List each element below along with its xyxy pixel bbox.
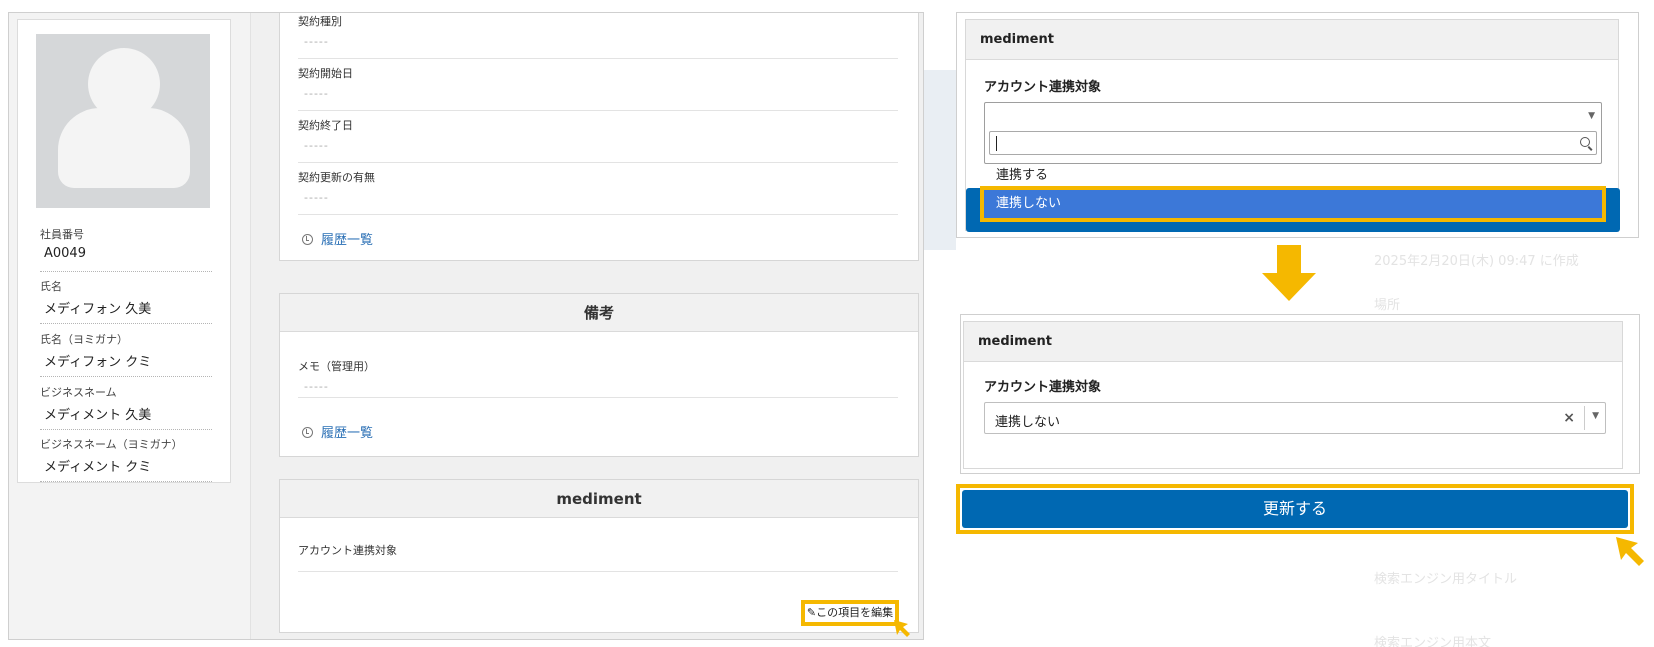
profile-field-name-kana: 氏名（ヨミガナ） メディフォン クミ bbox=[40, 329, 212, 377]
select-divider bbox=[1584, 406, 1585, 430]
background-text: 2025年2月20日(木) 09:47 に作成 bbox=[1374, 254, 1579, 269]
contract-row: 契約開始日 ----- bbox=[298, 65, 898, 111]
update-button[interactable]: 更新する bbox=[962, 490, 1628, 528]
clear-icon[interactable]: × bbox=[1563, 410, 1575, 426]
result-step-screen: mediment アカウント連携対象 連携しない × ▼ bbox=[960, 314, 1640, 474]
pointer-arrow-icon bbox=[1616, 537, 1644, 566]
pointer-arrow-icon bbox=[894, 620, 910, 637]
avatar-body-shape bbox=[58, 108, 190, 188]
profile-field-name: 氏名 メディフォン 久美 bbox=[40, 276, 212, 324]
row-value: ----- bbox=[304, 87, 329, 100]
row-value: ----- bbox=[304, 35, 329, 48]
field-value: メディメント 久美 bbox=[44, 408, 152, 423]
mediment-row: アカウント連携対象 bbox=[298, 542, 898, 572]
clock-icon bbox=[302, 234, 313, 245]
dropdown-option[interactable]: 連携する bbox=[984, 164, 1602, 188]
background-text: 検索エンジン用本文 bbox=[1374, 636, 1492, 647]
account-link-select[interactable]: 連携しない × ▼ bbox=[984, 402, 1606, 434]
row-value: ----- bbox=[304, 380, 329, 393]
edit-field-button[interactable]: ✎この項目を編集 bbox=[801, 600, 899, 626]
panel-title: mediment bbox=[964, 322, 1622, 362]
caret-down-icon: ▼ bbox=[1588, 111, 1595, 121]
mediment-panel: mediment アカウント連携対象 ✎この項目を編集 bbox=[279, 479, 919, 633]
field-value: メディフォン クミ bbox=[44, 355, 152, 370]
dropdown-step-screen: mediment アカウント連携対象 ▼ 連携する 連携しない bbox=[956, 12, 1639, 238]
panel-title: mediment bbox=[280, 480, 918, 518]
panel-title: 備考 bbox=[280, 294, 918, 332]
profile-card: 社員番号 A0049 氏名 メディフォン 久美 氏名（ヨミガナ） メディフォン … bbox=[17, 19, 231, 483]
mediment-edit-panel: mediment アカウント連携対象 ▼ 連携する 連携しない bbox=[965, 19, 1620, 232]
remarks-row: メモ（管理用） ----- bbox=[298, 358, 898, 398]
field-label: ビジネスネーム（ヨミガナ） bbox=[40, 438, 183, 451]
history-link-label: 履歴一覧 bbox=[321, 426, 374, 441]
history-link-label: 履歴一覧 bbox=[321, 233, 374, 248]
selected-value: 連携しない bbox=[995, 415, 1061, 430]
contract-row: 契約更新の有無 ----- bbox=[298, 169, 898, 215]
update-button-highlight: 更新する bbox=[956, 484, 1634, 534]
arrow-head bbox=[1262, 273, 1316, 301]
arrow-shaft bbox=[1277, 245, 1301, 275]
row-label: アカウント連携対象 bbox=[298, 544, 397, 557]
row-label: 契約更新の有無 bbox=[298, 171, 375, 184]
caret-down-icon: ▼ bbox=[1592, 411, 1599, 421]
row-label: メモ（管理用） bbox=[298, 360, 375, 373]
panel-title: mediment bbox=[966, 20, 1618, 60]
row-label: 契約種別 bbox=[298, 15, 342, 28]
history-link[interactable]: 履歴一覧 bbox=[302, 422, 373, 441]
background-text: 検索エンジン用タイトル bbox=[1374, 572, 1518, 587]
text-cursor bbox=[996, 136, 997, 151]
account-link-select[interactable]: ▼ bbox=[984, 102, 1602, 164]
field-label: アカウント連携対象 bbox=[984, 380, 1102, 395]
field-label: 社員番号 bbox=[40, 228, 84, 241]
remarks-panel: 備考 メモ（管理用） ----- 履歴一覧 bbox=[279, 293, 919, 457]
field-label: 氏名 bbox=[40, 280, 62, 293]
field-value: A0049 bbox=[44, 246, 86, 261]
history-link[interactable]: 履歴一覧 bbox=[302, 229, 373, 248]
field-label: アカウント連携対象 bbox=[984, 80, 1102, 95]
field-label: 氏名（ヨミガナ） bbox=[40, 333, 128, 346]
search-icon bbox=[1580, 137, 1590, 147]
contract-panel: 契約種別 ----- 契約開始日 ----- 契約終了日 ----- 契約更新の… bbox=[279, 13, 919, 261]
profile-main-column: 契約種別 ----- 契約開始日 ----- 契約終了日 ----- 契約更新の… bbox=[251, 13, 923, 639]
contract-row: 契約終了日 ----- bbox=[298, 117, 898, 163]
mediment-edit-panel: mediment アカウント連携対象 連携しない × ▼ bbox=[963, 321, 1623, 469]
clock-icon bbox=[302, 427, 313, 438]
row-value: ----- bbox=[304, 139, 329, 152]
edit-button-label: この項目を編集 bbox=[816, 606, 894, 619]
background-fragment bbox=[924, 70, 956, 250]
step-down-arrow-icon bbox=[1262, 245, 1316, 301]
field-value: メディメント クミ bbox=[44, 460, 152, 475]
avatar bbox=[36, 34, 210, 208]
background-text: 場所 bbox=[1374, 298, 1401, 313]
profile-field-employee-number: 社員番号 A0049 bbox=[40, 224, 212, 272]
profile-screen: 社員番号 A0049 氏名 メディフォン 久美 氏名（ヨミガナ） メディフォン … bbox=[8, 12, 924, 640]
row-label: 契約終了日 bbox=[298, 119, 353, 132]
field-label: ビジネスネーム bbox=[40, 386, 117, 399]
dropdown-option-highlighted[interactable]: 連携しない bbox=[980, 186, 1606, 222]
dropdown-search-input[interactable] bbox=[989, 131, 1597, 155]
row-label: 契約開始日 bbox=[298, 67, 353, 80]
row-value: ----- bbox=[304, 191, 329, 204]
profile-field-business-name: ビジネスネーム メディメント 久美 bbox=[40, 382, 212, 430]
profile-field-business-name-kana: ビジネスネーム（ヨミガナ） メディメント クミ bbox=[40, 434, 212, 482]
pencil-icon: ✎ bbox=[806, 606, 817, 619]
field-value: メディフォン 久美 bbox=[44, 302, 152, 317]
profile-sidebar: 社員番号 A0049 氏名 メディフォン 久美 氏名（ヨミガナ） メディフォン … bbox=[9, 13, 251, 639]
contract-row: 契約種別 ----- bbox=[298, 13, 898, 59]
